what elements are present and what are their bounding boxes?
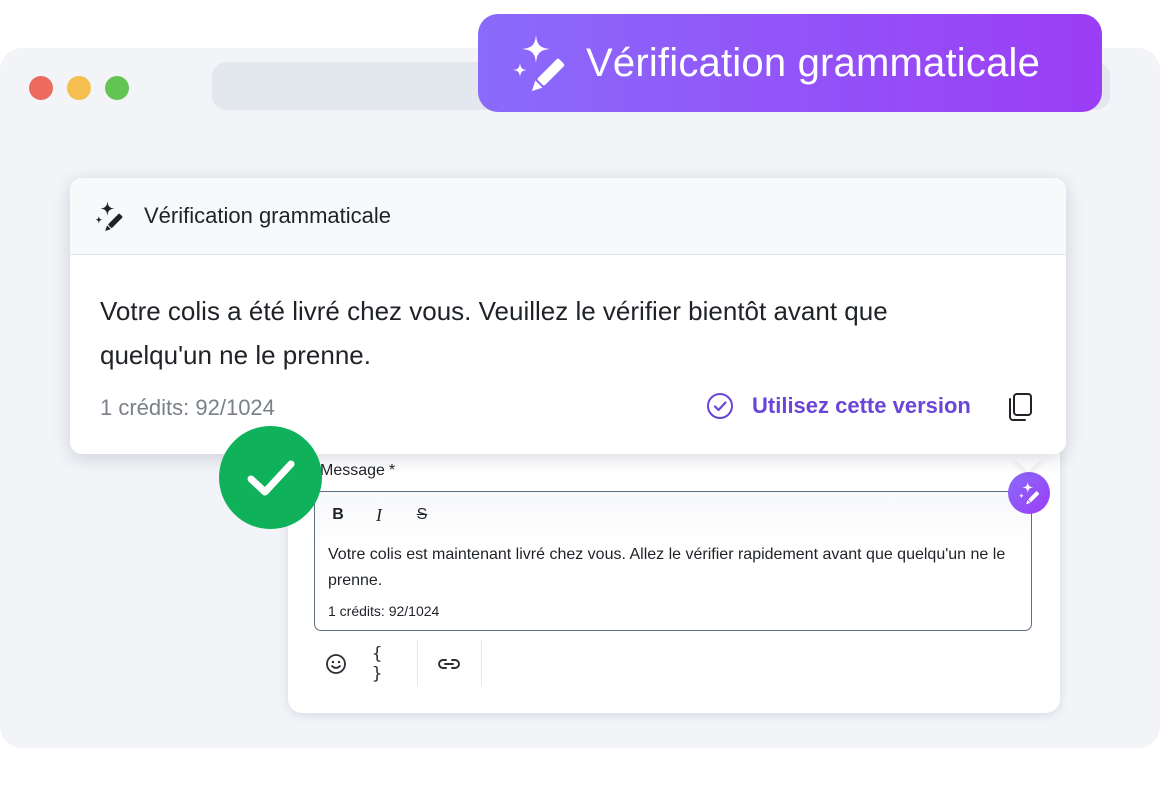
feature-banner: Vérification grammaticale — [478, 14, 1102, 112]
window-close-dot[interactable] — [29, 76, 53, 100]
braces-icon: { } — [372, 644, 383, 684]
success-badge — [219, 426, 322, 529]
grammar-check-button[interactable] — [1008, 472, 1050, 514]
toolbar-divider — [417, 640, 418, 686]
message-text[interactable]: Votre colis est maintenant livré chez vo… — [328, 542, 1018, 594]
variables-button[interactable]: { } — [372, 644, 400, 684]
banner-title: Vérification grammaticale — [586, 40, 1041, 85]
toolbar-divider — [481, 640, 482, 686]
sparkle-pen-icon — [1018, 481, 1040, 505]
checkmark-icon — [247, 460, 294, 495]
italic-button[interactable]: I — [368, 504, 390, 526]
use-this-version-label: Utilisez cette version — [752, 393, 971, 418]
editor-toolbar: { } — [314, 640, 514, 686]
emoji-icon — [326, 654, 346, 674]
popover-credits-counter: 1 crédits: 92/1024 — [100, 395, 275, 420]
window-minimize-dot[interactable] — [67, 76, 91, 100]
copy-button[interactable] — [1006, 392, 1034, 422]
popover-header: Vérification grammaticale — [70, 178, 1066, 255]
emoji-button[interactable] — [322, 650, 350, 678]
link-button[interactable] — [435, 650, 463, 678]
copy-icon — [1009, 393, 1032, 421]
link-icon — [438, 659, 460, 669]
bold-button[interactable]: B — [327, 504, 349, 526]
sparkle-pen-icon — [513, 35, 565, 92]
required-mark: * — [388, 462, 396, 479]
grammar-check-popover: Vérification grammaticale Votre colis a … — [70, 178, 1066, 454]
sparkle-pen-icon — [95, 201, 123, 232]
use-this-version-button[interactable]: Utilisez cette version — [706, 392, 971, 420]
check-circle-icon — [707, 393, 733, 419]
popover-title: Vérification grammaticale — [144, 203, 391, 228]
message-label: Message * — [320, 462, 395, 480]
strikethrough-button[interactable]: S — [411, 504, 433, 526]
window-maximize-dot[interactable] — [105, 76, 129, 100]
editor-credits-counter: 1 crédits: 92/1024 — [328, 603, 440, 619]
corrected-text: Votre colis a été livré chez vous. Veuil… — [100, 296, 888, 370]
message-label-text: Message — [320, 462, 385, 479]
